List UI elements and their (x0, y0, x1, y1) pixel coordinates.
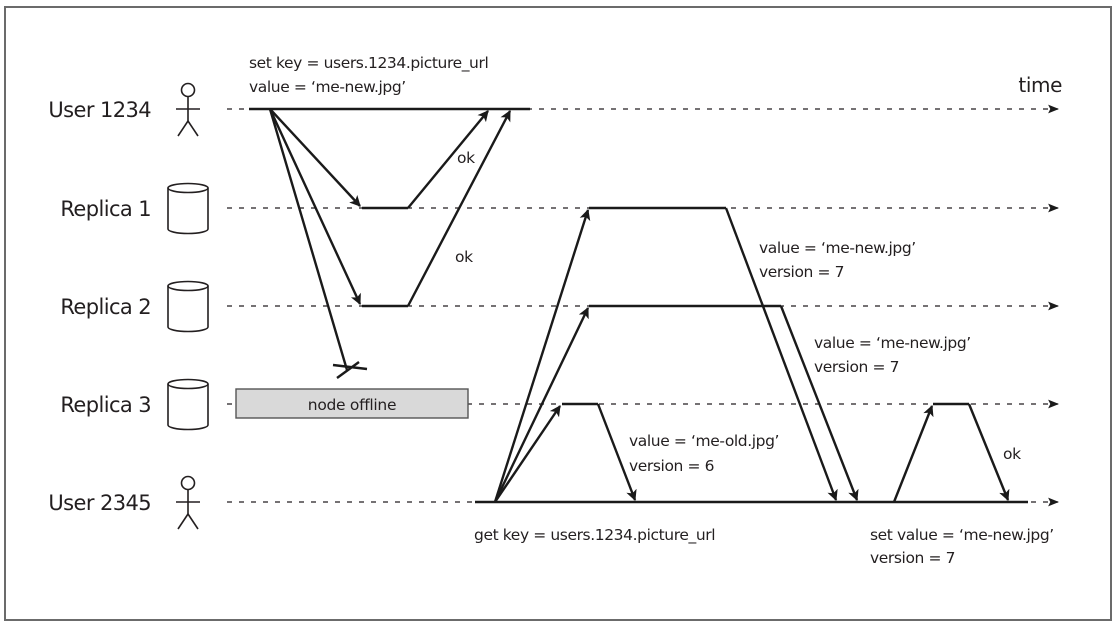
participant-label-user-1234: User 1234 (48, 98, 151, 122)
read-request-label: get key = users.1234.picture_url (474, 526, 715, 545)
ok-label-replica-1: ok (457, 149, 475, 167)
replica-3-response-version-label: version = 6 (629, 457, 714, 475)
participant-label-user-2345: User 2345 (48, 491, 151, 515)
participant-label-replica-1: Replica 1 (60, 197, 151, 221)
replica-1-response-version-label: version = 7 (759, 263, 844, 281)
replica-3-response-value-label: value = ‘me-old.jpg’ (629, 432, 779, 450)
participant-label-replica-2: Replica 2 (60, 295, 151, 319)
replica-2-response-value-label: value = ‘me-new.jpg’ (814, 334, 971, 352)
replica-2-response-version-label: version = 7 (814, 358, 899, 376)
replica-1-response-value-label: value = ‘me-new.jpg’ (759, 239, 916, 257)
read-repair-version-label: version = 7 (870, 549, 955, 567)
write-request-key-label: set key = users.1234.picture_url (249, 54, 488, 73)
read-repair-sequence-diagram: time User 1234 Replica 1 Replica 2 Repli… (4, 6, 1112, 621)
ok-label-replica-2: ok (455, 248, 473, 266)
ok-label-repair: ok (1003, 445, 1021, 463)
participant-label-replica-3: Replica 3 (60, 393, 151, 417)
node-offline-label: node offline (308, 396, 396, 414)
time-axis-label: time (1018, 73, 1062, 97)
write-request-value-label: value = ‘me-new.jpg’ (249, 78, 406, 96)
read-repair-value-label: set value = ‘me-new.jpg’ (870, 526, 1054, 544)
